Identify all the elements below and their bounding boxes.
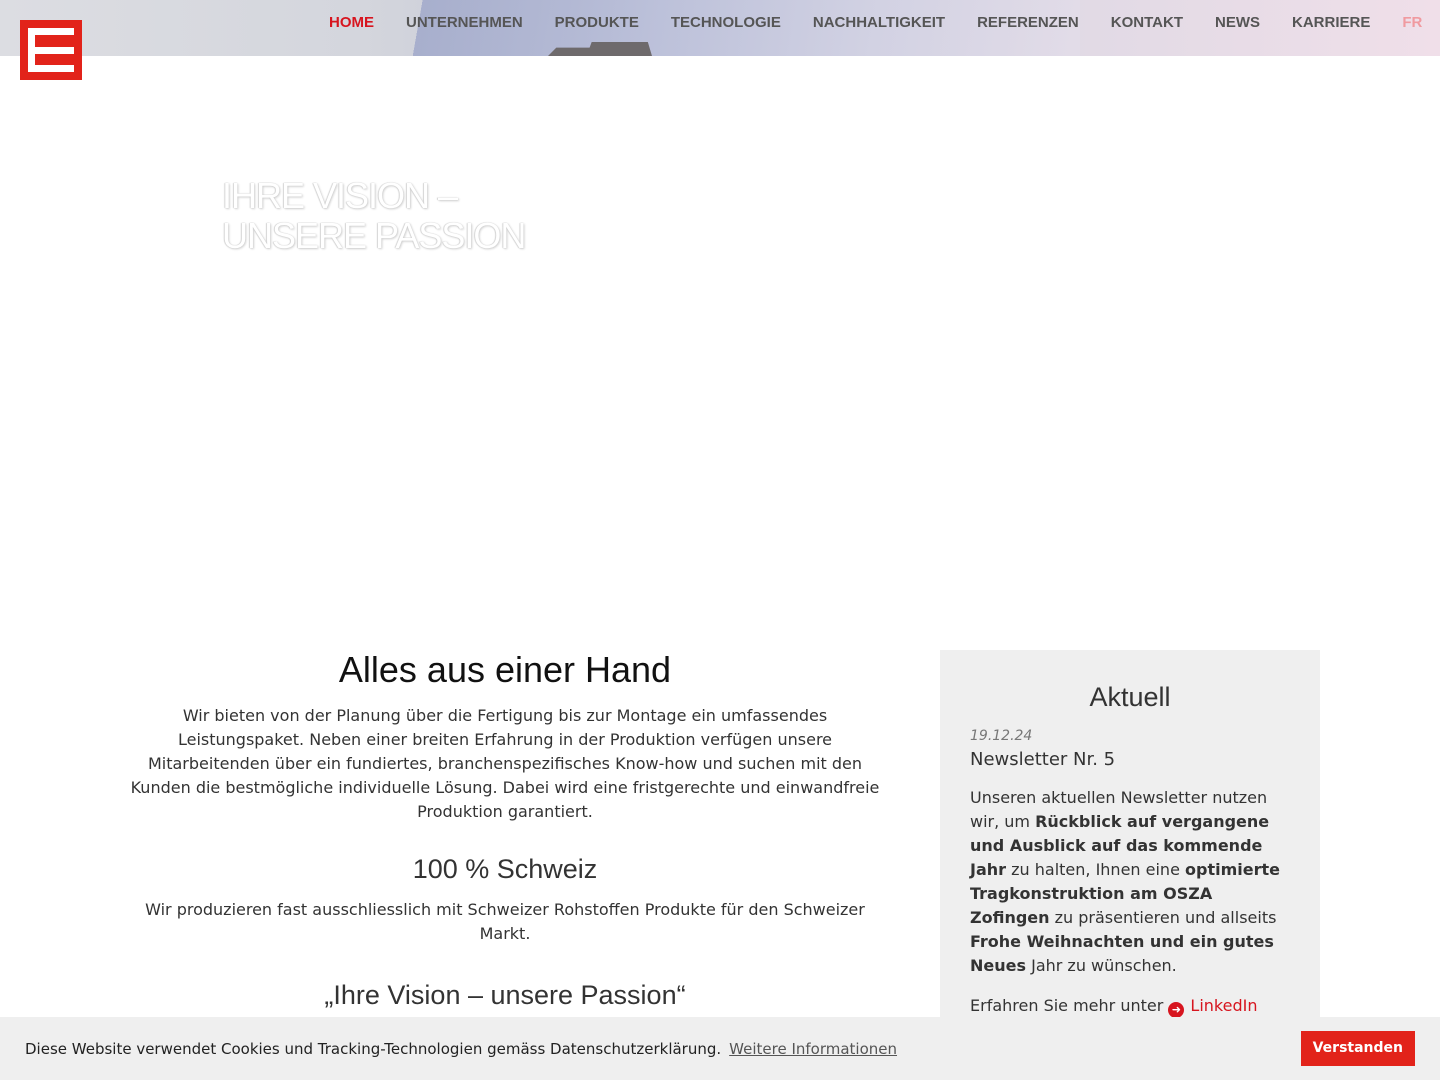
- nav-technologie[interactable]: TECHNOLOGIE: [671, 14, 781, 32]
- news-date: 19.12.24: [970, 728, 1033, 744]
- news-body: Unseren aktuellen Newsletter nutzen wir,…: [970, 786, 1290, 978]
- hero-title: IHRE VISION – UNSERE PASSION: [222, 176, 822, 256]
- schweiz-text: Wir produzieren fast ausschliesslich mit…: [145, 900, 865, 943]
- cookie-banner: Diese Website verwendet Cookies und Trac…: [0, 1017, 1440, 1080]
- linkedin-link[interactable]: ➜ LinkedIn: [1168, 996, 1258, 1018]
- nav-kontakt[interactable]: KONTAKT: [1111, 14, 1183, 32]
- news-body-text: zu präsentieren und allseits: [1049, 908, 1277, 927]
- linkedin-link-label: LinkedIn: [1190, 996, 1258, 1015]
- motto-heading: „Ihre Vision – unsere Passion“: [324, 980, 686, 1010]
- news-more-prefix: Erfahren Sie mehr unter: [970, 996, 1164, 1015]
- hero-title-line1: IHRE VISION –: [222, 175, 458, 216]
- nav-home[interactable]: HOME: [329, 14, 374, 32]
- cookie-accept-button[interactable]: Verstanden: [1300, 1031, 1415, 1066]
- hero-title-line2: UNSERE PASSION: [222, 215, 526, 256]
- cookie-message: Diese Website verwendet Cookies und Trac…: [25, 1039, 722, 1058]
- nav-nachhaltigkeit[interactable]: NACHHALTIGKEIT: [813, 14, 945, 32]
- nav-news[interactable]: NEWS: [1215, 14, 1260, 32]
- main-navigation: HOME UNTERNEHMEN PRODUKTE TECHNOLOGIE NA…: [329, 14, 1422, 32]
- intro-section: Alles aus einer Hand Wir bieten von der …: [120, 648, 890, 1012]
- nav-produkte[interactable]: PRODUKTE: [555, 14, 639, 32]
- schweiz-title: 100 % Schweiz: [412, 854, 598, 884]
- section-title: Alles aus einer Hand: [338, 649, 672, 690]
- news-panel-title: Aktuell: [1089, 682, 1171, 712]
- company-logo[interactable]: [20, 20, 82, 80]
- cookie-more-info-link[interactable]: Weitere Informationen: [729, 1040, 897, 1058]
- news-body-text: Jahr zu wünschen.: [1026, 956, 1177, 975]
- nav-unternehmen[interactable]: UNTERNEHMEN: [406, 14, 523, 32]
- nav-referenzen[interactable]: REFERENZEN: [977, 14, 1079, 32]
- news-more: Erfahren Sie mehr unter ➜ LinkedIn: [970, 994, 1290, 1018]
- news-panel: Aktuell 19.12.24 Newsletter Nr. 5 Unsere…: [940, 650, 1320, 1080]
- news-headline[interactable]: Newsletter Nr. 5: [970, 748, 1290, 772]
- language-switch-fr[interactable]: FR: [1402, 14, 1422, 32]
- intro-text: Wir bieten von der Planung über die Fert…: [130, 706, 880, 821]
- nav-karriere[interactable]: KARRIERE: [1292, 14, 1370, 32]
- arrow-circle-right-icon: ➜: [1168, 1002, 1185, 1018]
- news-body-text: zu halten, Ihnen eine: [1006, 860, 1185, 879]
